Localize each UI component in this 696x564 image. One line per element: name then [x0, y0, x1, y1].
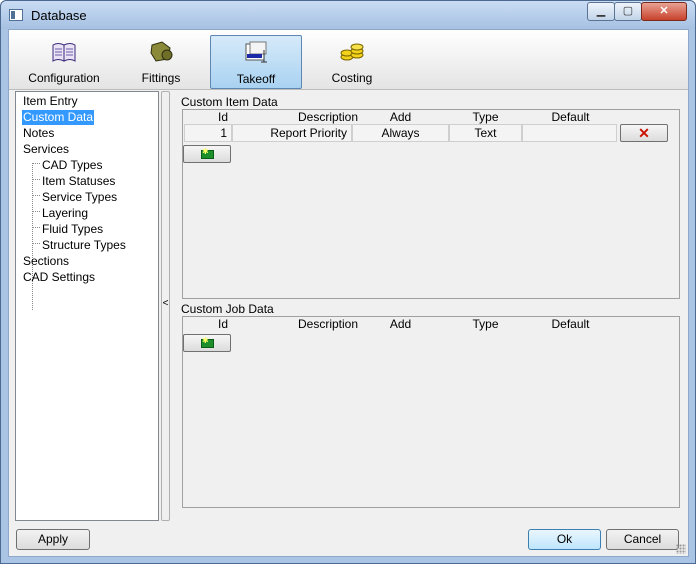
table-row: 1 Report Priority Always Text ✕ [184, 124, 669, 142]
toolbar-fittings-button[interactable]: Fittings [121, 35, 201, 89]
toolbar-configuration-button[interactable]: Configuration [19, 35, 109, 89]
cell-id[interactable]: 1 [184, 124, 232, 142]
tree-item-item-entry[interactable]: Item Entry [22, 94, 79, 109]
tree-item-cad-settings[interactable]: CAD Settings [22, 270, 96, 285]
tree-item-sections[interactable]: Sections [22, 254, 70, 269]
tree-item-notes[interactable]: Notes [22, 126, 55, 141]
tree-item-fluid-types[interactable]: Fluid Types [41, 222, 104, 237]
cell-add[interactable]: Always [352, 124, 449, 142]
database-window: Database ▁ ▢ ✕ Configuration Fittings Ta… [0, 0, 696, 564]
tree-connector [32, 163, 40, 164]
column-header-type: Type [472, 317, 499, 331]
tree-connector [32, 227, 40, 228]
cell-default[interactable] [522, 124, 617, 142]
coins-icon [340, 43, 364, 61]
column-header-id: Id [217, 110, 228, 124]
column-header-default: Default [551, 110, 590, 124]
cell-type[interactable]: Text [449, 124, 522, 142]
column-header-id: Id [217, 317, 228, 331]
toolbar-costing-button[interactable]: Costing [312, 35, 392, 89]
apply-button[interactable]: Apply [16, 529, 90, 550]
tree-item-service-types[interactable]: Service Types [41, 190, 118, 205]
window-title: Database [31, 8, 87, 23]
resize-grip[interactable] [676, 544, 686, 554]
toolbar-costing-label: Costing [331, 71, 373, 85]
column-header-default: Default [551, 317, 590, 331]
column-header-add: Add [389, 317, 412, 331]
column-header-type: Type [472, 110, 499, 124]
tree-item-item-statuses[interactable]: Item Statuses [41, 174, 116, 189]
toolbar-takeoff-button[interactable]: Takeoff [210, 35, 302, 89]
add-new-icon [201, 147, 214, 159]
tree-item-structure-types[interactable]: Structure Types [41, 238, 127, 253]
cancel-button[interactable]: Cancel [606, 529, 679, 550]
toolbar-fittings-label: Fittings [141, 71, 181, 85]
delete-row-button[interactable]: ✕ [620, 124, 668, 142]
collapse-arrow-icon[interactable]: < [162, 298, 169, 309]
panel-splitter[interactable]: < [161, 91, 170, 521]
toolbar-configuration-label: Configuration [28, 71, 100, 85]
dialog-client: Configuration Fittings Takeoff Costing I… [8, 29, 689, 557]
close-button[interactable]: ✕ [641, 2, 687, 21]
custom-job-data-title: Custom Job Data [181, 302, 274, 316]
tree-item-services[interactable]: Services [22, 142, 70, 157]
custom-item-data-title: Custom Item Data [181, 95, 278, 109]
add-job-data-button[interactable] [183, 334, 231, 352]
column-header-description: Description [297, 110, 359, 124]
maximize-button[interactable]: ▢ [614, 2, 642, 21]
tree-connector [32, 243, 40, 244]
tree-item-cad-types[interactable]: CAD Types [41, 158, 103, 173]
fittings-icon [150, 41, 173, 62]
navigation-tree: Item Entry Custom Data Notes Services CA… [15, 91, 159, 521]
ok-button[interactable]: Ok [528, 529, 601, 550]
custom-item-data-grid: Id Description Add Type Default 1 Report… [182, 109, 680, 299]
tree-connector [32, 211, 40, 212]
custom-job-data-grid: Id Description Add Type Default [182, 316, 680, 508]
minimize-button[interactable]: ▁ [587, 2, 615, 21]
app-icon [9, 9, 23, 21]
title-bar[interactable]: Database ▁ ▢ ✕ [1, 1, 695, 29]
tree-connector [32, 179, 40, 180]
column-header-add: Add [389, 110, 412, 124]
add-new-icon [201, 336, 214, 348]
tree-item-layering[interactable]: Layering [41, 206, 89, 221]
book-icon [52, 43, 76, 62]
cell-description[interactable]: Report Priority [232, 124, 352, 142]
column-header-description: Description [297, 317, 359, 331]
toolbar-takeoff-label: Takeoff [236, 72, 276, 86]
add-item-data-button[interactable] [183, 145, 231, 163]
tree-connector [32, 163, 33, 310]
toolbar: Configuration Fittings Takeoff Costing [9, 30, 688, 90]
delete-x-icon: ✕ [638, 125, 650, 141]
takeoff-icon [245, 41, 267, 63]
tree-connector [32, 195, 40, 196]
tree-item-custom-data[interactable]: Custom Data [22, 110, 95, 125]
